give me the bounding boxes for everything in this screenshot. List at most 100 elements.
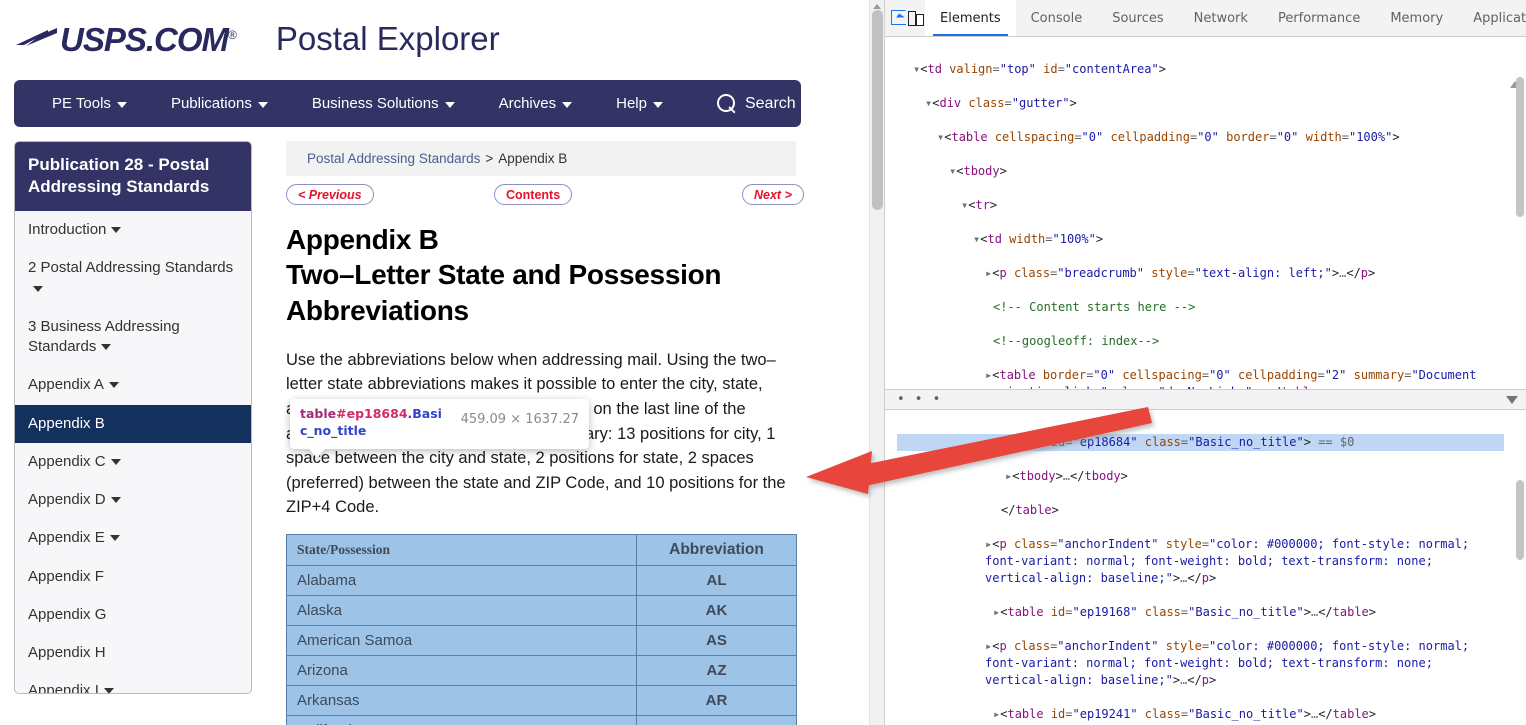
usps-wordmark-text: USPS.COM xyxy=(60,20,229,58)
browser-page-pane: USPS.COM® Postal Explorer PE Tools Publi… xyxy=(0,0,884,725)
cell-abbreviation: AZ xyxy=(636,654,797,686)
sidebar-item-appendix-g[interactable]: Appendix G xyxy=(15,596,251,634)
sidebar-item-label: Appendix G xyxy=(28,605,107,623)
column-header-abbreviation: Abbreviation xyxy=(636,533,797,566)
tab-label: Performance xyxy=(1277,10,1361,26)
chevron-down-icon xyxy=(103,688,114,693)
sidebar-item-label: 2 Postal Addressing Standards xyxy=(28,259,234,277)
tab-network[interactable]: Network xyxy=(1179,0,1263,36)
search-icon xyxy=(716,94,736,113)
state-abbreviation-table: State/Possession Abbreviation Alabama AL … xyxy=(286,533,797,725)
tab-label: Console xyxy=(1030,10,1083,26)
cell-state: American Samoa xyxy=(286,624,637,656)
devtools-splitter[interactable]: • • • xyxy=(885,389,1526,410)
dom-tree-upper[interactable]: ▾<td valign="top" id="contentArea"> ▾<di… xyxy=(885,37,1526,389)
content-row: Publication 28 - Postal Addressing Stand… xyxy=(0,141,884,725)
column-header-state: State/Possession xyxy=(286,533,637,566)
site-header: USPS.COM® Postal Explorer xyxy=(0,0,884,58)
screen-root: USPS.COM® Postal Explorer PE Tools Publi… xyxy=(0,0,1526,725)
tab-performance[interactable]: Performance xyxy=(1263,0,1375,36)
tab-sources[interactable]: Sources xyxy=(1097,0,1178,36)
tab-elements[interactable]: Elements xyxy=(925,0,1016,36)
appendix-heading-line2: Two–Letter State and Possession Abbrevia… xyxy=(286,259,722,326)
next-button[interactable]: Next > xyxy=(742,184,804,205)
nav-item-pe-tools[interactable]: PE Tools xyxy=(14,80,149,127)
cell-state: California xyxy=(286,714,637,725)
nav-item-label: Publications xyxy=(170,95,252,112)
nav-item-business-solutions[interactable]: Business Solutions xyxy=(290,80,477,127)
page-scrollbar-thumb[interactable] xyxy=(872,10,883,210)
inspect-tooltip-dimensions: 459.09 × 1637.27 xyxy=(460,412,579,427)
scroll-up-arrow-icon[interactable] xyxy=(873,4,881,9)
chevron-down-icon[interactable] xyxy=(1506,396,1518,404)
page-scrollbar[interactable] xyxy=(869,0,884,725)
tab-label: Application xyxy=(1473,10,1526,26)
tab-label: Memory xyxy=(1390,10,1444,26)
sidebar-item-appendix-h[interactable]: Appendix H xyxy=(15,634,251,672)
chevron-down-icon xyxy=(652,101,663,108)
nav-item-help[interactable]: Help xyxy=(594,80,685,127)
dom-scrollbar-thumb[interactable] xyxy=(1516,480,1524,560)
dom-scrollbar-upper[interactable] xyxy=(1516,77,1525,389)
sidebar-title: Publication 28 - Postal Addressing Stand… xyxy=(15,142,251,212)
dom-scrollbar-lower[interactable] xyxy=(1516,410,1525,725)
dom-line: ▾<td valign="top" id="contentArea"> xyxy=(913,62,1166,76)
tab-memory[interactable]: Memory xyxy=(1375,0,1458,36)
sidebar-item-appendix-a[interactable]: Appendix A xyxy=(15,366,251,404)
sidebar-item-appendix-e[interactable]: Appendix E xyxy=(15,519,251,557)
sidebar-item-appendix-d[interactable]: Appendix D xyxy=(15,481,251,519)
dom-line: ▾<tr> xyxy=(961,198,998,212)
nav-item-label: PE Tools xyxy=(52,95,111,112)
inspect-tooltip: table#ep18684.Basic_no_title 459.09 × 16… xyxy=(290,399,589,458)
splitter-handle: • • • xyxy=(897,392,944,407)
sidebar-item-label: Appendix F xyxy=(28,567,104,585)
table-row: Arkansas AR xyxy=(286,684,797,716)
tab-label: Elements xyxy=(940,10,1001,26)
sidebar-item-introduction[interactable]: Introduction xyxy=(15,211,251,249)
sidebar-item-postal-addressing-standards[interactable]: 2 Postal Addressing Standards xyxy=(15,249,251,308)
sidebar-item-appendix-f[interactable]: Appendix F xyxy=(15,558,251,596)
inspect-element-button[interactable] xyxy=(891,0,908,36)
dom-line-comment: <!--googleoff: index--> xyxy=(993,334,1160,348)
breadcrumb-separator: > xyxy=(485,151,494,166)
breadcrumb-link[interactable]: Postal Addressing Standards xyxy=(307,151,480,166)
sidebar-item-appendix-b[interactable]: Appendix B xyxy=(15,404,251,443)
dom-line: </table> xyxy=(1001,503,1059,517)
search-button[interactable]: Search xyxy=(716,94,796,113)
sidebar-item-label: Introduction xyxy=(28,221,107,239)
dom-tree-lower[interactable]: ▾<table id="ep18684" class="Basic_no_tit… xyxy=(885,410,1526,725)
sidebar-item-appendix-c[interactable]: Appendix C xyxy=(15,443,251,481)
dom-line: ▾<div class="gutter"> xyxy=(925,96,1077,110)
tab-application[interactable]: Application xyxy=(1458,0,1526,36)
device-toolbar-button[interactable] xyxy=(908,0,925,36)
cell-abbreviation: AL xyxy=(636,564,797,596)
page-title: Postal Explorer xyxy=(275,20,500,57)
chevron-down-icon xyxy=(108,382,119,389)
sidebar-item-appendix-i[interactable]: Appendix I xyxy=(15,672,251,693)
chevron-down-icon xyxy=(116,101,127,108)
dom-tree-lines-lower: ▾<table id="ep18684" class="Basic_no_tit… xyxy=(885,410,1526,725)
chevron-down-icon xyxy=(444,101,455,108)
sidebar-item-business-addressing-standards[interactable]: 3 Business Addressing Standards xyxy=(15,308,251,367)
dom-scrollbar-thumb[interactable] xyxy=(1516,77,1524,217)
usps-logo[interactable]: USPS.COM® xyxy=(14,20,237,58)
contents-button[interactable]: Contents xyxy=(494,184,573,205)
usps-wordmark: USPS.COM® xyxy=(60,20,237,58)
previous-button[interactable]: < Previous xyxy=(286,184,374,205)
device-toolbar-icon xyxy=(908,10,925,27)
dom-line-comment: <!-- Content starts here --> xyxy=(993,300,1196,314)
sidebar-item-label: Appendix E xyxy=(28,529,105,547)
inspect-tooltip-selector: table#ep18684.Basic_no_title xyxy=(300,406,449,440)
cell-abbreviation: AR xyxy=(636,684,797,716)
nav-item-publications[interactable]: Publications xyxy=(149,80,290,127)
article-content: Postal Addressing Standards > Appendix B… xyxy=(286,141,806,725)
publication-sidebar: Publication 28 - Postal Addressing Stand… xyxy=(14,141,252,694)
table-row: CaliforniaCA xyxy=(286,714,797,725)
chevron-down-icon xyxy=(109,535,120,542)
chevron-down-icon xyxy=(257,101,268,108)
table-body: Alabama AL Alaska AK American Samoa AS Ariz… xyxy=(286,564,797,725)
tab-console[interactable]: Console xyxy=(1016,0,1098,36)
chevron-down-icon xyxy=(101,344,112,351)
nav-item-archives[interactable]: Archives xyxy=(477,80,595,127)
inspect-element-icon xyxy=(891,9,908,27)
